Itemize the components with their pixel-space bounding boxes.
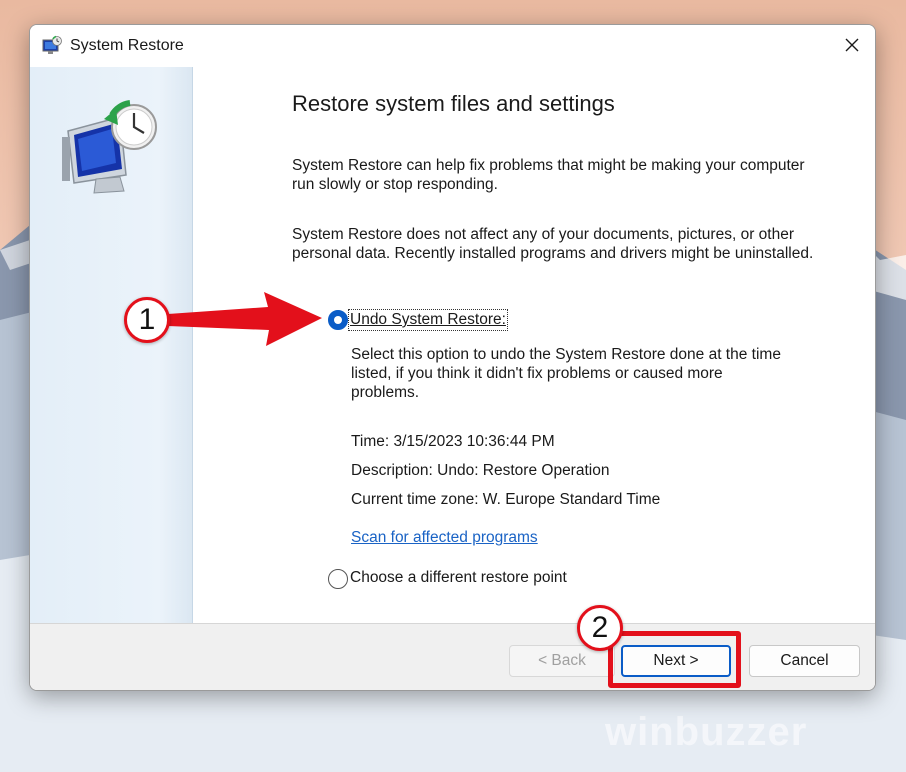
restore-timezone: Current time zone: W. Europe Standard Ti… bbox=[351, 491, 661, 508]
close-button[interactable] bbox=[829, 25, 875, 65]
title-bar: System Restore bbox=[30, 25, 875, 67]
system-restore-window: System Restore Restore system files and … bbox=[29, 24, 876, 691]
close-icon bbox=[845, 38, 859, 52]
undo-description: Select this option to undo the System Re… bbox=[351, 346, 781, 401]
undo-restore-label[interactable]: Undo System Restore: bbox=[348, 309, 508, 331]
undo-restore-radio[interactable] bbox=[328, 310, 348, 330]
button-bar: < Back Next > Cancel bbox=[30, 623, 875, 690]
window-title: System Restore bbox=[70, 37, 184, 54]
intro-paragraph: System Restore can help fix problems tha… bbox=[292, 157, 805, 193]
system-restore-icon bbox=[42, 35, 62, 54]
monitor-clock-restore-icon bbox=[62, 100, 157, 194]
watermark: winbuzzer bbox=[605, 710, 808, 754]
restore-time: Time: 3/15/2023 10:36:44 PM bbox=[351, 433, 555, 450]
choose-restore-point-label[interactable]: Choose a different restore point bbox=[350, 569, 567, 587]
page-heading: Restore system files and settings bbox=[292, 91, 615, 116]
cancel-button[interactable]: Cancel bbox=[749, 645, 860, 677]
restore-description: Description: Undo: Restore Operation bbox=[351, 462, 610, 479]
choose-restore-point-radio[interactable] bbox=[328, 569, 348, 589]
next-highlight-box bbox=[608, 631, 741, 688]
info-paragraph: System Restore does not affect any of yo… bbox=[292, 226, 814, 262]
scan-affected-programs-link[interactable]: Scan for affected programs bbox=[351, 529, 538, 547]
step-2-callout: 2 bbox=[577, 605, 623, 651]
side-panel bbox=[30, 67, 193, 623]
content-area: Restore system files and settings System… bbox=[193, 67, 875, 623]
step-1-callout: 1 bbox=[124, 297, 170, 343]
